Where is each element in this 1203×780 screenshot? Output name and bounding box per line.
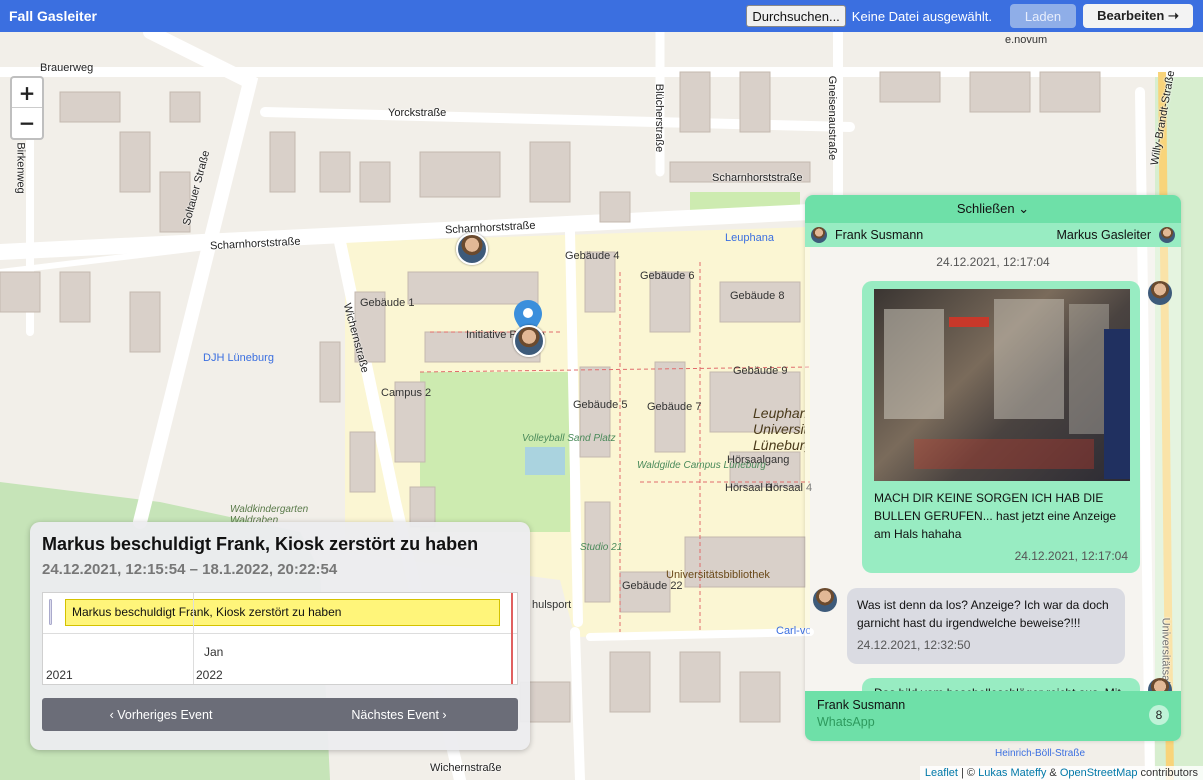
place-label: Gebäude 1	[360, 297, 415, 309]
file-browse-button[interactable]: Durchsuchen...	[746, 5, 846, 27]
zoom-out-button[interactable]: −	[12, 108, 42, 138]
app-title: Fall Gasleiter	[9, 8, 97, 24]
place-label: Campus 2	[381, 387, 432, 399]
message-text: Was ist denn da los? Anzeige? Ich war da…	[857, 598, 1109, 630]
event-nav-bar: ‹ Vorheriges Event Nächstes Event ›	[42, 698, 518, 731]
street-label: Blücherstraße	[653, 83, 666, 153]
chat-participants: Frank Susmann Markus Gasleiter	[805, 223, 1181, 247]
attribution-separator: | ©	[957, 767, 979, 779]
place-label: Gebäude 4	[565, 250, 620, 262]
street-label: Brauerweg	[40, 62, 94, 74]
street-label: Scharnhorststraße	[712, 172, 803, 184]
attribution-separator: &	[1046, 767, 1060, 779]
load-button[interactable]: Laden	[1010, 4, 1076, 28]
place-label: Waldgilde Campus Lüneburg	[637, 460, 766, 471]
chat-footer-name: Frank Susmann	[817, 698, 906, 712]
edit-button[interactable]: Bearbeiten ➝	[1083, 4, 1193, 28]
prev-event-button[interactable]: ‹ Vorheriges Event	[42, 708, 280, 722]
chat-message-outgoing: MACH DIR KEINE SORGEN ICH HAB DIE BULLEN…	[862, 281, 1140, 573]
timeline-major-label: 2021	[46, 668, 73, 682]
street-label: Gneisenaustraße	[826, 75, 839, 161]
message-photo[interactable]	[874, 289, 1130, 481]
avatar	[813, 588, 837, 612]
timeline-major-label: 2022	[196, 668, 223, 682]
street-label: Yorckstraße	[388, 107, 447, 119]
participant-right: Markus Gasleiter	[1056, 228, 1151, 242]
chat-footer-source: WhatsApp	[817, 715, 875, 729]
place-label: Gebäude 22	[622, 580, 683, 592]
place-label: Volleyball Sand Platz	[522, 433, 616, 444]
place-label: Gebäude 9	[733, 365, 788, 377]
chat-footer[interactable]: Frank Susmann WhatsApp 8	[805, 691, 1181, 741]
place-label: Gebäude 6	[640, 270, 695, 282]
timeline-minor-label: Jan	[204, 645, 224, 659]
timeline-handle[interactable]	[49, 599, 52, 625]
timeline-item[interactable]: Markus beschuldigt Frank, Kiosk zerstört…	[65, 599, 500, 626]
event-title: Markus beschuldigt Frank, Kiosk zerstört…	[42, 534, 479, 554]
place-label: Gebäude 8	[730, 290, 785, 302]
timeline[interactable]: Markus beschuldigt Frank, Kiosk zerstört…	[42, 592, 518, 685]
timeline-axis	[43, 633, 517, 634]
message-count-badge: 8	[1149, 705, 1169, 725]
top-bar: Fall Gasleiter Durchsuchen... Keine Date…	[0, 0, 1203, 32]
avatar	[1148, 281, 1172, 305]
street-label: Wichernstraße	[430, 762, 502, 774]
chevron-down-icon: ⌄	[1018, 201, 1030, 216]
chat-date-divider: 24.12.2021, 12:17:04	[936, 255, 1050, 269]
event-panel: Markus beschuldigt Frank, Kiosk zerstört…	[30, 522, 530, 750]
message-time: 24.12.2021, 12:17:04	[1014, 549, 1128, 563]
place-label: e.novum	[1005, 34, 1048, 46]
message-text: MACH DIR KEINE SORGEN ICH HAB DIE BULLEN…	[874, 491, 1117, 541]
chevron-right-icon: ›	[438, 707, 447, 722]
avatar	[811, 227, 827, 243]
chat-close-button[interactable]: Schließen ⌄	[805, 195, 1181, 223]
osm-link[interactable]: OpenStreetMap	[1060, 767, 1138, 779]
map-avatar-markus[interactable]	[456, 233, 488, 265]
next-event-label: Nächstes Event	[351, 707, 439, 722]
timeline-current-time	[511, 593, 513, 684]
place-label: Leuphana Universität Lüneburg	[753, 405, 805, 453]
avatar	[1159, 227, 1175, 243]
place-label: Leuphana	[725, 232, 774, 244]
attribution-text: contributors	[1137, 767, 1198, 779]
author-link[interactable]: Lukas Mateffy	[978, 767, 1046, 779]
place-label: Universitätsbibliothek	[666, 569, 770, 581]
file-status: Keine Datei ausgewählt.	[851, 8, 992, 24]
map-avatar-frank[interactable]	[513, 325, 545, 357]
leaflet-link[interactable]: Leaflet	[925, 767, 958, 779]
place-label: Studio 21	[580, 542, 623, 553]
zoom-in-button[interactable]: +	[12, 78, 42, 108]
zoom-control: + −	[10, 76, 44, 140]
event-dates: 24.12.2021, 12:15:54 – 18.1.2022, 20:22:…	[42, 561, 338, 578]
place-label: Gebäude 5	[573, 399, 628, 411]
street-label: Birkenweg	[14, 142, 27, 194]
chat-message-incoming: Was ist denn da los? Anzeige? Ich war da…	[847, 588, 1125, 664]
place-label: DJH Lüneburg	[203, 352, 274, 364]
place-label: hulsport	[532, 599, 572, 611]
message-time: 24.12.2021, 12:32:50	[857, 638, 971, 652]
chat-panel: Schließen ⌄ Frank Susmann Markus Gasleit…	[805, 195, 1181, 741]
timeline-divider	[193, 593, 194, 684]
map-attribution: Leaflet | © Lukas Mateffy & OpenStreetMa…	[919, 766, 1203, 780]
participant-left: Frank Susmann	[835, 228, 924, 242]
next-event-button[interactable]: Nächstes Event ›	[280, 708, 518, 722]
place-label: Gebäude 7	[647, 401, 702, 413]
place-label: Heinrich-Böll-Straße	[995, 748, 1086, 759]
chat-close-label: Schließen	[956, 201, 1015, 216]
prev-event-label: Vorheriges Event	[117, 707, 213, 722]
